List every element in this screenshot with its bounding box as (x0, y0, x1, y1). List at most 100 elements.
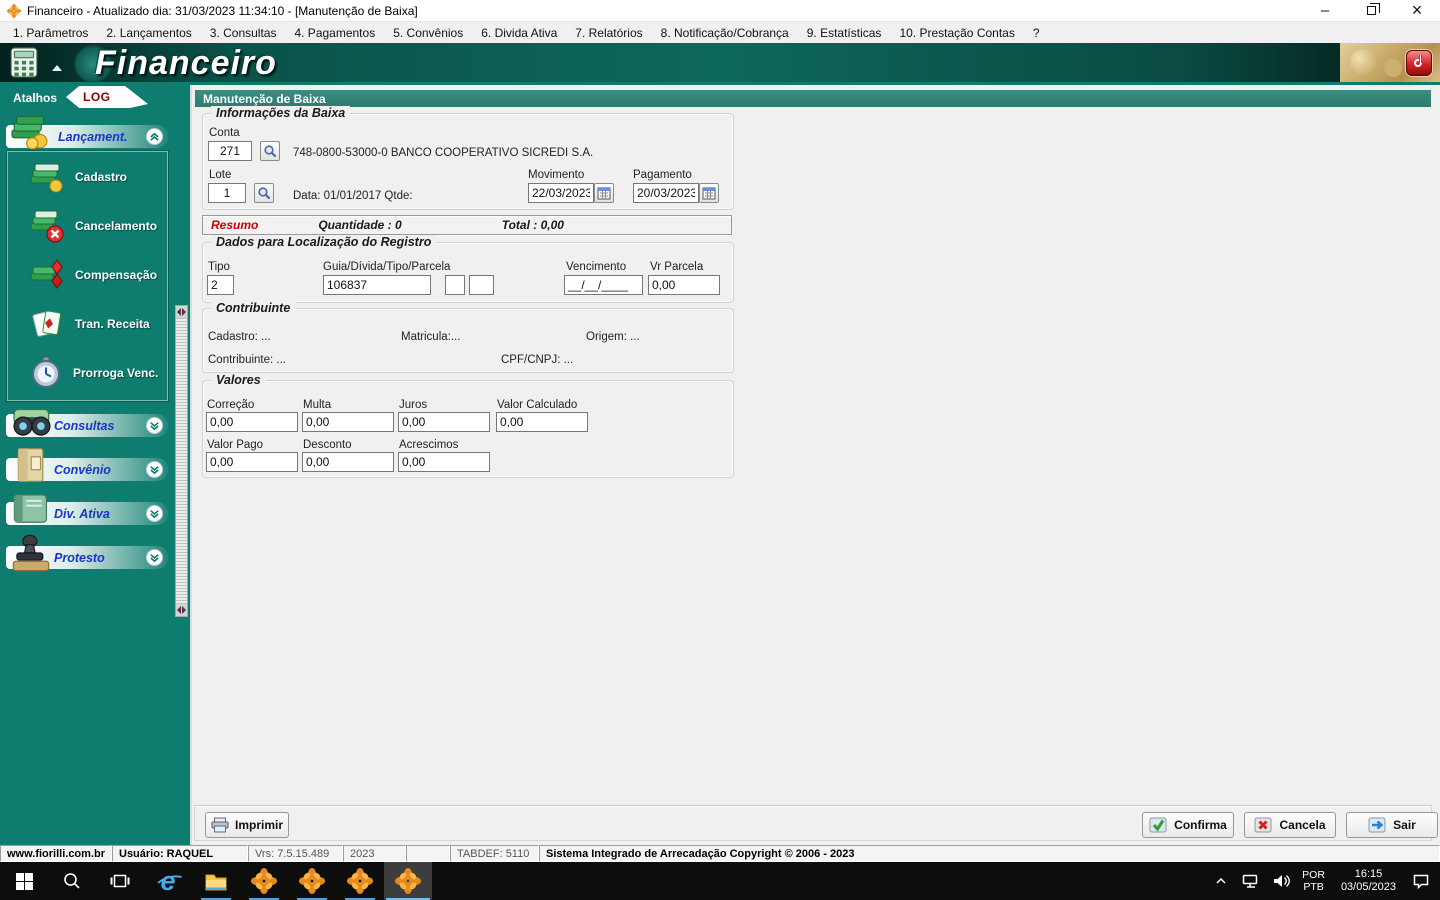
div-ativa-icon (9, 489, 53, 527)
fiorilli-app-icon-3[interactable] (336, 862, 384, 900)
chevron-down-icon[interactable] (146, 505, 163, 522)
minimize-button[interactable]: – (1302, 0, 1348, 21)
tray-chevron-up-icon[interactable] (1208, 862, 1234, 900)
sidebar-item-compensacao[interactable]: Compensação (8, 250, 167, 299)
multa-input[interactable] (302, 412, 394, 432)
conta-search-button[interactable] (260, 141, 280, 161)
sidebar-item-tran-receita[interactable]: Tran. Receita (8, 299, 167, 348)
log-button[interactable]: LOG (66, 86, 148, 108)
power-button[interactable] (1406, 50, 1432, 76)
tipo-parcela-input-1[interactable] (445, 275, 465, 295)
menu-consultas[interactable]: 3. Consultas (201, 24, 286, 42)
fieldset-informacoes-baixa: Informações da Baixa Conta 748-0800-5300… (202, 106, 734, 210)
fiorilli-app-icon-2[interactable] (288, 862, 336, 900)
menu-notificacao-cobranca[interactable]: 8. Notificação/Cobrança (652, 24, 798, 42)
taskbar-search-icon[interactable] (48, 862, 96, 900)
tipo-input[interactable] (207, 275, 234, 295)
chevron-down-icon[interactable] (146, 461, 163, 478)
tipo-label: Tipo (208, 261, 230, 273)
cancelamento-icon (28, 209, 66, 243)
menu-estatisticas[interactable]: 9. Estatísticas (798, 24, 891, 42)
check-icon (1149, 817, 1168, 834)
valor-pago-label: Valor Pago (207, 439, 264, 451)
pagamento-input[interactable] (633, 183, 699, 203)
notification-center-icon[interactable] (1408, 862, 1434, 900)
desconto-label: Desconto (303, 439, 352, 451)
internet-explorer-icon[interactable]: e (144, 862, 192, 900)
resumo-total: Total : 0,00 (501, 218, 564, 232)
taskbar: e POR PTB 16:15 03/05/2023 (0, 862, 1440, 900)
menu-parametros[interactable]: 1. Parâmetros (4, 24, 97, 42)
printer-icon (211, 817, 229, 833)
sidebar-group-convenio[interactable]: Convênio (6, 448, 168, 482)
guia-input[interactable] (323, 275, 431, 295)
lote-search-button[interactable] (254, 183, 274, 203)
sidebar-item-cadastro[interactable]: Cadastro (8, 152, 167, 201)
sidebar-group-protesto[interactable]: Protesto (6, 534, 168, 572)
imprimir-button[interactable]: Imprimir (205, 812, 289, 838)
language-indicator[interactable]: POR PTB (1298, 869, 1329, 893)
chevron-up-icon[interactable] (146, 128, 163, 145)
cpf-cnpj-value: CPF/CNPJ: ... (501, 354, 574, 366)
acrescimos-input[interactable] (398, 452, 490, 472)
vr-parcela-input[interactable] (648, 275, 720, 295)
movimento-calendar-button[interactable] (594, 183, 614, 203)
chevron-down-icon[interactable] (146, 417, 163, 434)
exit-arrow-icon (1368, 817, 1387, 834)
sidebar-group-consultas[interactable]: Consultas (6, 408, 168, 437)
menu-prestacao-contas[interactable]: 10. Prestação Contas (890, 24, 1023, 42)
atalhos-label: Atalhos (13, 91, 58, 105)
multa-label: Multa (303, 399, 332, 411)
matricula-value: Matricula:... (401, 331, 461, 343)
header-caret-icon[interactable] (52, 65, 62, 71)
fieldset-contribuinte: Contribuinte Cadastro: ... Matricula:...… (202, 301, 734, 373)
splitter-collapse-arrows[interactable] (176, 604, 187, 616)
cancela-button[interactable]: Cancela (1244, 812, 1336, 838)
sidebar-group-div-ativa[interactable]: Div. Ativa (6, 494, 168, 525)
movimento-input[interactable] (528, 183, 594, 203)
lote-input[interactable] (208, 183, 246, 203)
pagamento-calendar-button[interactable] (699, 183, 719, 203)
prorroga-venc-icon (28, 356, 64, 390)
menu-pagamentos[interactable]: 4. Pagamentos (285, 24, 384, 42)
valor-calculado-input[interactable] (496, 412, 588, 432)
calculator-icon[interactable] (8, 47, 40, 79)
tipo-parcela-input-2[interactable] (469, 275, 494, 295)
juros-input[interactable] (398, 412, 490, 432)
panel-title: Manutenção de Baixa (203, 91, 326, 106)
sidebar: Atalhos LOG Lançament. Cadastro Cancelam… (0, 85, 190, 845)
x-icon (1254, 817, 1273, 834)
conta-label: Conta (209, 127, 240, 139)
vencimento-input[interactable] (564, 275, 643, 295)
valor-pago-input[interactable] (206, 452, 298, 472)
confirma-button[interactable]: Confirma (1142, 812, 1234, 838)
menu-lancamentos[interactable]: 2. Lançamentos (97, 24, 200, 42)
splitter-collapse-arrows[interactable] (176, 306, 187, 318)
sair-button[interactable]: Sair (1346, 812, 1438, 838)
volume-icon[interactable] (1268, 862, 1294, 900)
fiorilli-app-icon-active[interactable] (384, 862, 432, 900)
start-button[interactable] (0, 862, 48, 900)
close-button[interactable]: × (1394, 0, 1440, 21)
sidebar-item-cancelamento[interactable]: Cancelamento (8, 201, 167, 250)
menu-convenios[interactable]: 5. Convênios (384, 24, 472, 42)
app-icon (7, 3, 21, 18)
conta-input[interactable] (208, 141, 252, 161)
clock[interactable]: 16:15 03/05/2023 (1333, 868, 1404, 894)
file-explorer-icon[interactable] (192, 862, 240, 900)
menu-relatorios[interactable]: 7. Relatórios (566, 24, 651, 42)
task-view-icon[interactable] (96, 862, 144, 900)
main-panel: Manutenção de Baixa Informações da Baixa… (190, 85, 1440, 845)
menu-divida-ativa[interactable]: 6. Divida Ativa (472, 24, 566, 42)
menu-help[interactable]: ? (1024, 24, 1049, 42)
correcao-input[interactable] (206, 412, 298, 432)
desconto-input[interactable] (302, 452, 394, 472)
network-icon[interactable] (1238, 862, 1264, 900)
resumo-label: Resumo (211, 218, 259, 232)
sidebar-item-prorroga-venc[interactable]: Prorroga Venc. (8, 348, 167, 397)
restore-button[interactable] (1348, 0, 1394, 21)
lote-data-qtde: Data: 01/01/2017 Qtde: (293, 190, 413, 202)
chevron-down-icon[interactable] (146, 549, 163, 566)
sidebar-splitter[interactable] (175, 305, 188, 617)
fiorilli-app-icon-1[interactable] (240, 862, 288, 900)
